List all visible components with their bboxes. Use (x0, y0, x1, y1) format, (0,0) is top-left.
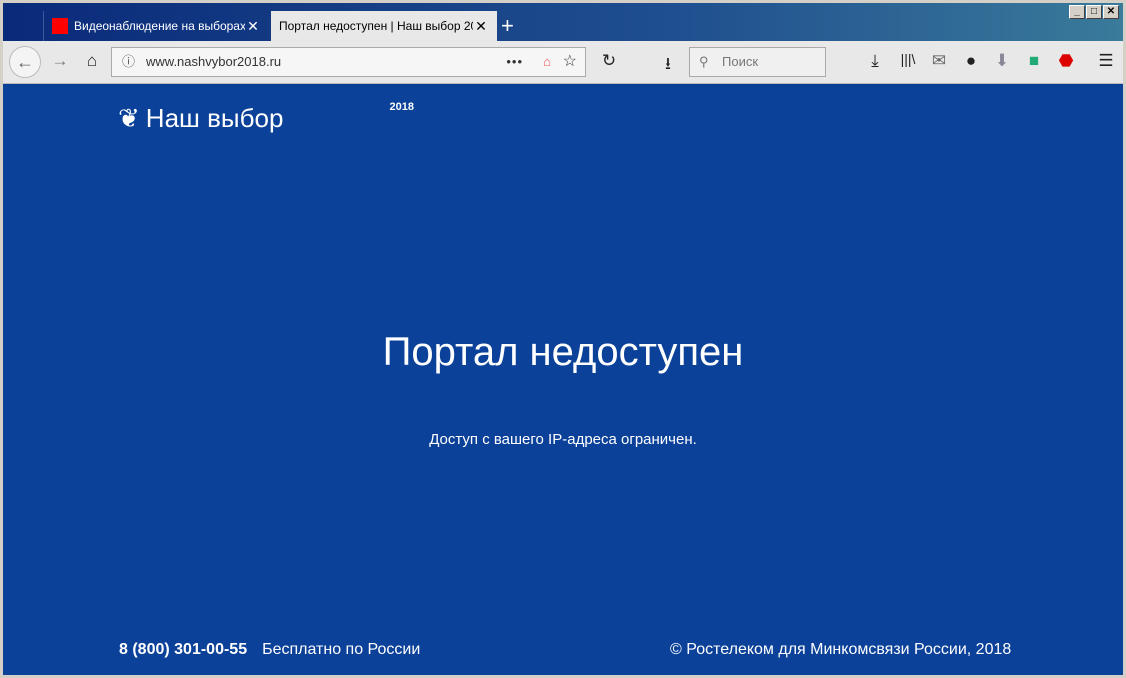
phone-note: Бесплатно по России (262, 641, 421, 658)
extension-balls-icon[interactable]: ● (959, 51, 983, 71)
logo-text: Наш выбор (145, 103, 284, 133)
logo[interactable]: ❦ Наш выбор 2018 (118, 101, 414, 134)
reload-button[interactable]: ↻ (597, 51, 621, 71)
error-message: Доступ с вашего IP-адреса ограничен. (429, 431, 697, 448)
download-icon[interactable]: ⤓ (863, 51, 887, 71)
minimize-button[interactable]: _ (1069, 5, 1085, 19)
bookmark-star-icon[interactable]: ☆ (563, 48, 577, 76)
forward-button[interactable]: → (48, 51, 72, 71)
close-tab-icon[interactable]: ✕ (245, 18, 261, 35)
tab-strip: Видеонаблюдение на выборах 2018✕ Портал … (3, 3, 1123, 41)
tab-title: Портал недоступен | Наш выбор 2018 (279, 19, 473, 33)
browser-window: Видеонаблюдение на выборах 2018✕ Портал … (0, 0, 1126, 678)
url-text: www.nashvybor2018.ru (146, 54, 282, 69)
new-tab-button[interactable]: + (501, 13, 514, 39)
eagle-emblem-icon: ❦ (118, 103, 140, 133)
phone-number[interactable]: 8 (800) 301-00-55 (119, 641, 247, 658)
logo-year: 2018 (389, 101, 414, 113)
bookmark-manager-icon[interactable]: ⭳ (656, 51, 680, 80)
extension-home-icon[interactable]: ⌂ (543, 48, 551, 76)
search-placeholder: Поиск (722, 54, 759, 69)
back-button[interactable]: ← (9, 46, 41, 78)
maximize-button[interactable]: □ (1086, 5, 1102, 19)
tab-portal[interactable]: Портал недоступен | Наш выбор 2018 ✕ (271, 11, 497, 41)
page-title: Портал недоступен (382, 330, 744, 374)
mail-icon[interactable]: ✉ (927, 51, 951, 71)
info-icon[interactable]: ⓘ (122, 48, 135, 76)
tab-title: Видеонаблюдение на выборах 2018 (74, 19, 245, 33)
library-icon[interactable]: |||\ (896, 51, 920, 67)
close-window-button[interactable]: ✕ (1103, 5, 1119, 19)
tab-video[interactable]: Видеонаблюдение на выборах 2018✕ (43, 11, 269, 41)
download-helper-icon[interactable]: ⬇ (990, 51, 1014, 71)
search-input[interactable]: ⚲ Поиск (689, 47, 826, 77)
menu-icon[interactable]: ☰ (1094, 51, 1118, 71)
favicon-icon (52, 18, 68, 34)
nav-toolbar: ← → ⌂ ⓘ www.nashvybor2018.ru ••• ⌂ ☆ ↻ ⭳ ⚲ По… (3, 41, 1123, 84)
page-content: ❦ Наш выбор 2018 Портал недоступен Досту… (3, 85, 1123, 675)
search-icon: ⚲ (699, 54, 709, 69)
url-bar[interactable]: ⓘ www.nashvybor2018.ru ••• ⌂ ☆ (111, 47, 586, 77)
s3-extension-icon[interactable]: ■ (1022, 51, 1046, 71)
copyright: © Ростелеком для Минкомсвязи России, 201… (670, 641, 1012, 658)
close-tab-icon[interactable]: ✕ (473, 18, 489, 35)
adblock-icon[interactable]: ⬣ (1054, 51, 1078, 71)
more-icon[interactable]: ••• (506, 48, 523, 76)
home-button[interactable]: ⌂ (80, 51, 104, 71)
